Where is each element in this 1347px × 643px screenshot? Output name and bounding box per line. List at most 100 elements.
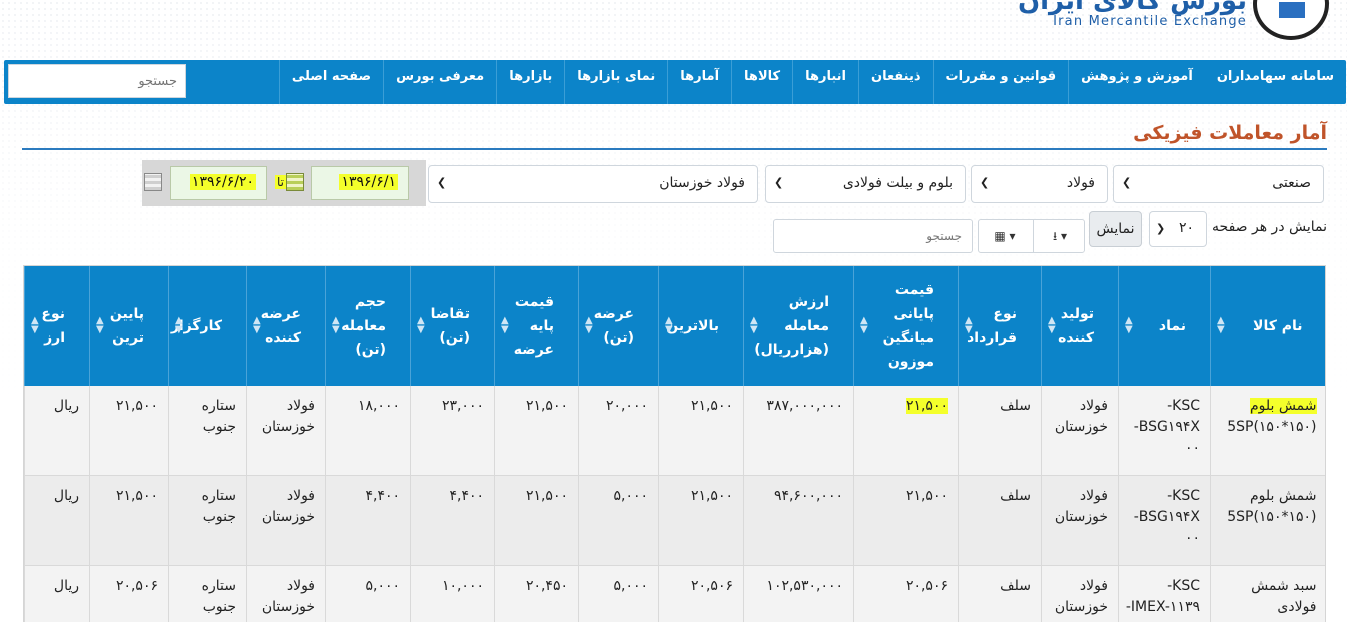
nav-item-commodities[interactable]: کالاها [731,60,792,104]
group-select-value: فولاد [1066,175,1095,191]
sort-icon: ▲ ▼ [501,315,509,335]
date-to-input[interactable]: ۱۳۹۶/۶/۲۰ [170,166,267,200]
group-select[interactable]: فولاد ❯ [971,165,1108,203]
col-header-lowest[interactable]: پایین ترین ▲ ▼ [89,266,169,386]
nav-item-shareholders[interactable]: سامانه سهامداران [1205,60,1346,104]
sort-icon: ▲ ▼ [175,315,183,335]
cell-contract-type: سلف [958,386,1042,476]
nav-item-education[interactable]: آموزش و پژوهش [1068,60,1205,104]
col-header-demand[interactable]: تقاضا (تن) ▲ ▼ [410,266,495,386]
trades-table: نام کالا ▲ ▼ نماد ▲ ▼ تولید کننده ▲ ▼ نوع قراردا… [23,265,1326,643]
per-page-select[interactable]: ۲۰ ❯ [1149,211,1207,247]
col-header-contract-type[interactable]: نوع قرارداد ▲ ▼ [958,266,1042,386]
sort-icon: ▲ ▼ [417,315,425,335]
cell-weighted-avg-price: ۲۱,۵۰۰ [853,386,959,476]
producer-select-value: فولاد خوزستان [659,175,745,191]
date-to-value: ۱۳۹۶/۶/۲۰ [189,174,256,190]
title-divider [22,148,1327,150]
col-header-weighted-avg-price[interactable]: قیمت پایانی میانگین موزون ▲ ▼ [853,266,959,386]
cell-supplier: فولاد خوزستان [246,475,326,566]
nav-item-about[interactable]: معرفی بورس [383,60,496,104]
main-navbar: صفحه اصلی معرفی بورس بازارها نمای بازاره… [4,60,1346,104]
chevron-down-icon: ❯ [437,176,447,189]
export-icon[interactable]: ⭳ ▾ [1033,220,1086,252]
sort-icon: ▲ ▼ [96,315,104,335]
cell-commodity: شمش بلوم 5SP(۱۵۰*۱۵۰) [1210,386,1325,476]
calendar-icon[interactable] [286,173,304,191]
nav-item-home[interactable]: صفحه اصلی [278,60,383,104]
col-header-supplier[interactable]: عرضه کننده ▲ ▼ [246,266,326,386]
nav-item-stakeholders[interactable]: ذینفعان [857,60,933,104]
chevron-down-icon: ❯ [1122,176,1132,189]
col-header-broker[interactable]: کارگزار ▲ ▼ [168,266,247,386]
col-header-producer[interactable]: تولید کننده ▲ ▼ [1041,266,1119,386]
cell-volume: ۴,۴۰۰ [325,475,411,566]
col-header-volume[interactable]: حجم معامله (تن) ▲ ▼ [325,266,411,386]
per-page-label: نمایش در هر صفحه [1212,219,1327,235]
nav-item-statistics[interactable]: آمارها [667,60,731,104]
cell-base-price: ۲۱,۵۰۰ [494,386,579,476]
col-header-commodity[interactable]: نام کالا ▲ ▼ [1210,266,1325,386]
cell-supply: ۵,۰۰۰ [578,475,659,566]
producer-select[interactable]: فولاد خوزستان ❯ [428,165,758,203]
date-from-input[interactable]: ۱۳۹۶/۶/۱ [311,166,409,200]
date-from-value: ۱۳۹۶/۶/۱ [339,174,398,190]
cell-broker: ستاره جنوب [168,386,247,476]
sort-icon: ▲ ▼ [860,315,868,335]
market-select-value: صنعتی [1272,175,1311,191]
nav-item-market-view[interactable]: نمای بازارها [564,60,667,104]
col-header-supply[interactable]: عرضه (تن) ▲ ▼ [578,266,659,386]
table-tools: ⭳ ▾ ▦ ▾ [978,219,1085,253]
cell-weighted-avg-price: ۲۱,۵۰۰ [853,475,959,566]
sort-icon: ▲ ▼ [1125,315,1133,335]
sort-icon: ▲ ▼ [585,315,593,335]
table-bottom-area [23,622,1326,643]
col-header-symbol[interactable]: نماد ▲ ▼ [1118,266,1211,386]
page-title: آمار معاملات فیزیکی [1133,122,1327,144]
per-page-value: ۲۰ [1178,220,1194,236]
cell-broker: ستاره جنوب [168,475,247,566]
sort-icon: ▲ ▼ [31,315,39,335]
nav-item-regulations[interactable]: قوانین و مقررات [932,60,1069,104]
nav-item-markets[interactable]: بازارها [496,60,564,104]
cell-lowest: ۲۱,۵۰۰ [89,475,169,566]
sort-icon: ▲ ▼ [253,315,261,335]
cell-symbol: KSC- BSG۱۹۴X- ۰۰ [1118,475,1211,566]
site-search-input[interactable] [8,64,186,98]
cell-volume: ۱۸,۰۰۰ [325,386,411,476]
subgroup-select[interactable]: بلوم و بیلت فولادی ❯ [765,165,966,203]
sort-icon: ▲ ▼ [665,315,673,335]
chevron-down-icon: ❯ [1156,222,1166,235]
subgroup-select-value: بلوم و بیلت فولادی [842,175,953,191]
cell-supplier: فولاد خوزستان [246,386,326,476]
sort-icon: ▲ ▼ [965,315,973,335]
calendar-icon[interactable] [144,173,162,191]
sort-icon: ▲ ▼ [750,315,758,335]
chevron-down-icon: ❯ [774,176,784,189]
table-row[interactable]: شمش بلوم 5SP(۱۵۰*۱۵۰) KSC- BSG۱۹۴X- ۰۰ فولا… [24,386,1325,476]
cell-producer: فولاد خوزستان [1041,475,1119,566]
cell-supply: ۲۰,۰۰۰ [578,386,659,476]
col-header-trade-value[interactable]: ارزش معامله (هزارریال) ▲ ▼ [743,266,854,386]
table-row[interactable]: شمش بلوم 5SP(۱۵۰*۱۵۰) KSC- BSG۱۹۴X- ۰۰ فولا… [24,475,1325,566]
cell-contract-type: سلف [958,475,1042,566]
show-button[interactable]: نمایش [1089,211,1142,247]
col-header-currency[interactable]: نوع ارز ▲ ▼ [24,266,90,386]
sort-icon: ▲ ▼ [1217,315,1225,335]
cell-symbol: KSC- BSG۱۹۴X- ۰۰ [1118,386,1211,476]
cell-commodity: شمش بلوم 5SP(۱۵۰*۱۵۰) [1210,475,1325,566]
logo-english-text: Iran Mercantile Exchange [1053,14,1247,29]
col-header-highest[interactable]: بالاترین ▲ ▼ [658,266,744,386]
cell-base-price: ۲۱,۵۰۰ [494,475,579,566]
market-select[interactable]: صنعتی ❯ [1113,165,1324,203]
cell-currency: ریال [24,475,90,566]
cell-producer: فولاد خوزستان [1041,386,1119,476]
table-search-input[interactable] [773,219,973,253]
cell-highest: ۲۱,۵۰۰ [658,475,744,566]
nav-item-warehouses[interactable]: انبارها [792,60,858,104]
cell-lowest: ۲۱,۵۰۰ [89,386,169,476]
chevron-down-icon: ❯ [980,176,990,189]
col-header-base-price[interactable]: قیمت پایه عرضه ▲ ▼ [494,266,579,386]
columns-grid-icon[interactable]: ▦ ▾ [979,220,1031,252]
cell-currency: ریال [24,386,90,476]
